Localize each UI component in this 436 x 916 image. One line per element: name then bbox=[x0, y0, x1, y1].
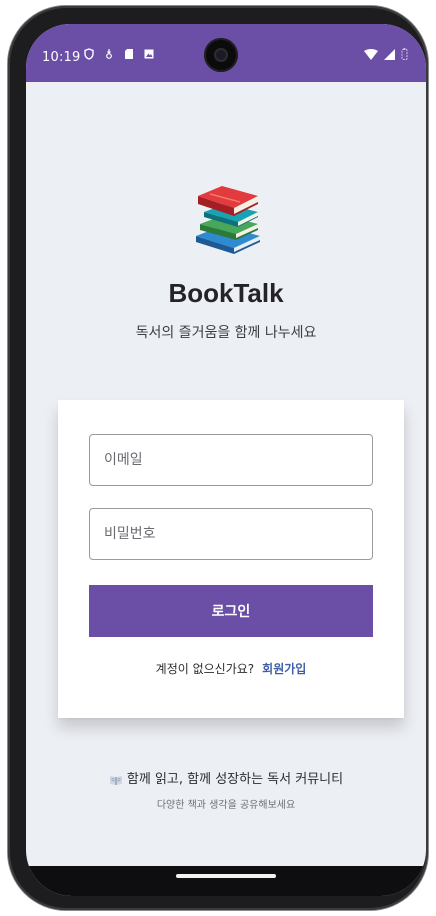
login-button[interactable]: 로그인 bbox=[89, 585, 373, 637]
phone-frame: 10:19 BookTalk 독서의 즐거움을 함께 나누세요 이메일 로그인 … bbox=[8, 6, 428, 910]
signal-icon bbox=[384, 48, 395, 60]
app-screen: 10:19 BookTalk 독서의 즐거움을 함께 나누세요 이메일 로그인 … bbox=[26, 24, 426, 896]
open-book-icon bbox=[109, 775, 122, 785]
status-bar: 10:19 bbox=[26, 24, 426, 82]
email-field[interactable] bbox=[89, 434, 373, 486]
app-title: BookTalk bbox=[168, 278, 284, 308]
app-subtitle: 독서의 즐거움을 함께 나누세요 bbox=[135, 325, 317, 341]
footer-tagline: 함께 읽고, 함께 성장하는 독서 커뮤니티 bbox=[26, 768, 426, 787]
status-notification-icons bbox=[84, 48, 154, 60]
sd-card-icon bbox=[125, 49, 133, 59]
image-icon bbox=[144, 49, 154, 59]
password-field[interactable] bbox=[89, 508, 373, 560]
status-system-icons bbox=[364, 48, 408, 60]
shield-icon bbox=[84, 48, 94, 60]
signup-row: 계정이 없으신가요? 회원가입 bbox=[58, 660, 404, 677]
download-icon bbox=[106, 49, 112, 59]
wifi-icon bbox=[364, 48, 378, 60]
battery-icon bbox=[401, 48, 408, 60]
status-time: 10:19 bbox=[42, 50, 81, 65]
books-stack-icon bbox=[196, 186, 260, 254]
footer-subtext: 다양한 책과 생각을 공유해보세요 bbox=[156, 800, 296, 811]
gesture-nav-bar bbox=[26, 866, 426, 896]
signup-link[interactable]: 회원가입 bbox=[262, 662, 306, 676]
home-indicator[interactable] bbox=[176, 874, 276, 878]
front-camera bbox=[204, 38, 238, 72]
signup-prompt: 계정이 없으신가요? bbox=[155, 662, 255, 676]
footer-tagline-text: 함께 읽고, 함께 성장하는 독서 커뮤니티 bbox=[126, 772, 344, 787]
login-card: 로그인 계정이 없으신가요? 회원가입 bbox=[58, 400, 404, 718]
